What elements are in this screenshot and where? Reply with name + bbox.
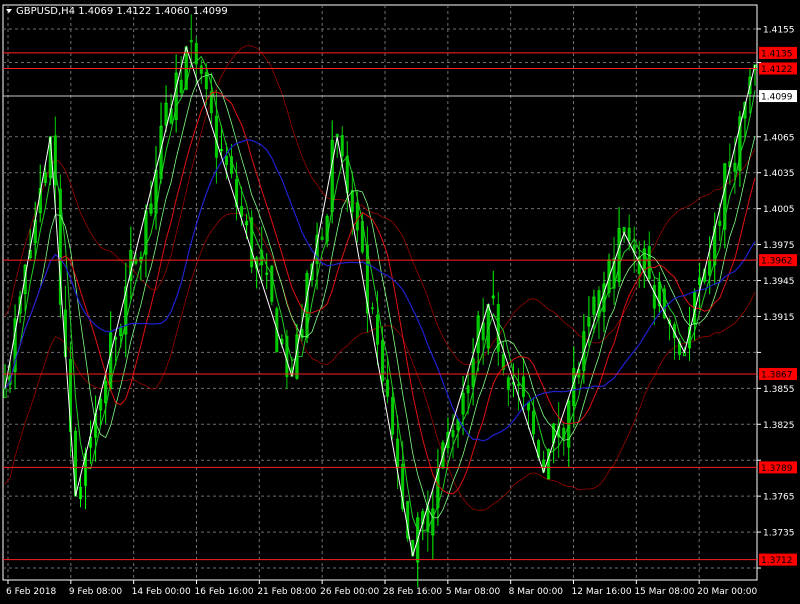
- zigzag-line: [4, 45, 756, 557]
- ma-red-line: [4, 91, 756, 495]
- x-tick-label: 21 Feb 08:00: [257, 587, 316, 597]
- plot-frame: [2, 4, 758, 581]
- candle-body: [451, 429, 455, 438]
- candlesticks: [3, 14, 757, 587]
- candle-body: [466, 385, 470, 394]
- candle-body: [526, 402, 530, 411]
- x-tick-label: 14 Feb 00:00: [132, 587, 191, 597]
- y-tick-label: 1.3975: [763, 241, 795, 251]
- candle-body: [391, 397, 395, 435]
- y-tick-label: 1.3855: [763, 385, 795, 395]
- x-tick-label: 26 Feb 00:00: [320, 587, 379, 597]
- candle-body: [375, 314, 379, 345]
- level-label: 1.3867: [761, 370, 793, 380]
- candle-body: [355, 202, 359, 231]
- x-tick-label: 5 Mar 08:00: [446, 587, 501, 597]
- y-tick-label: 1.4155: [763, 25, 795, 35]
- level-label: 1.3962: [761, 257, 793, 267]
- level-label: 1.3789: [761, 464, 793, 474]
- y-tick-label: 1.4005: [763, 205, 795, 215]
- y-tick-label: 1.4065: [763, 133, 795, 143]
- candle-body: [386, 379, 390, 397]
- candle-body: [189, 40, 193, 43]
- candle-body: [3, 387, 7, 398]
- ma-mid-line: [4, 73, 756, 519]
- candle-body: [718, 220, 722, 226]
- y-tick-label: 1.3735: [763, 529, 795, 539]
- candle-body: [320, 236, 324, 240]
- dropdown-triangle-icon[interactable]: [6, 9, 12, 13]
- candle-body: [627, 227, 631, 241]
- candle-body: [240, 206, 244, 217]
- y-tick-label: 1.3945: [763, 277, 795, 287]
- candle-body: [652, 285, 656, 309]
- symbol-ohlc-header: GBPUSD,H4 1.4069 1.4122 1.4060 1.4099: [16, 6, 228, 17]
- candle-body: [506, 377, 510, 390]
- candle-body: [516, 384, 520, 386]
- x-tick-label: 15 Mar 08:00: [634, 587, 694, 597]
- y-tick-label: 1.4035: [763, 169, 795, 179]
- x-tick-label: 12 Mar 16:00: [572, 587, 632, 597]
- x-tick-label: 20 Mar 00:00: [697, 587, 757, 597]
- candle-body: [350, 190, 354, 213]
- x-tick-label: 8 Mar 00:00: [509, 587, 564, 597]
- level-label: 1.4135: [761, 49, 793, 59]
- current-price-label: 1.4099: [761, 93, 793, 103]
- axes: 1.4155 1.4065 1.4035 1.4005 1.3975 1.3945 1.39…: [6, 25, 795, 597]
- candle-body: [370, 307, 374, 310]
- price-chart[interactable]: 1.4135 1.4122 1.3962 1.3867 1.3789 1.3712 1.40…: [0, 0, 800, 600]
- chart-canvas[interactable]: 1.4135 1.4122 1.3962 1.3867 1.3789 1.3712 1.40…: [0, 0, 800, 600]
- level-label: 1.4122: [761, 65, 793, 75]
- candle-body: [532, 410, 536, 435]
- candle-body: [204, 71, 208, 90]
- y-tick-label: 1.3825: [763, 421, 795, 431]
- candle-body: [224, 155, 228, 165]
- x-tick-label: 9 Feb 08:00: [69, 587, 123, 597]
- candle-body: [199, 65, 203, 74]
- candle-body: [733, 162, 737, 172]
- envelope-bands: [4, 45, 756, 511]
- ma-blue-line: [4, 139, 756, 442]
- y-tick-label: 1.3915: [763, 313, 795, 323]
- candle-body: [335, 133, 339, 138]
- candle-body: [214, 115, 218, 158]
- chart-header: GBPUSD,H4 1.4069 1.4122 1.4060 1.4099: [6, 6, 228, 17]
- candle-body: [340, 135, 344, 157]
- x-tick-label: 16 Feb 16:00: [195, 587, 254, 597]
- grid-layer: [2, 4, 758, 581]
- level-label: 1.3712: [761, 556, 793, 566]
- y-tick-label: 1.3765: [763, 493, 795, 503]
- zigzag-indicator: [4, 45, 756, 557]
- candle-body: [381, 340, 385, 382]
- x-tick-label: 6 Feb 2018: [6, 587, 57, 597]
- x-tick-label: 28 Feb 16:00: [383, 587, 442, 597]
- candle-body: [270, 265, 274, 302]
- candle-body: [396, 438, 400, 468]
- candle-body: [179, 79, 183, 93]
